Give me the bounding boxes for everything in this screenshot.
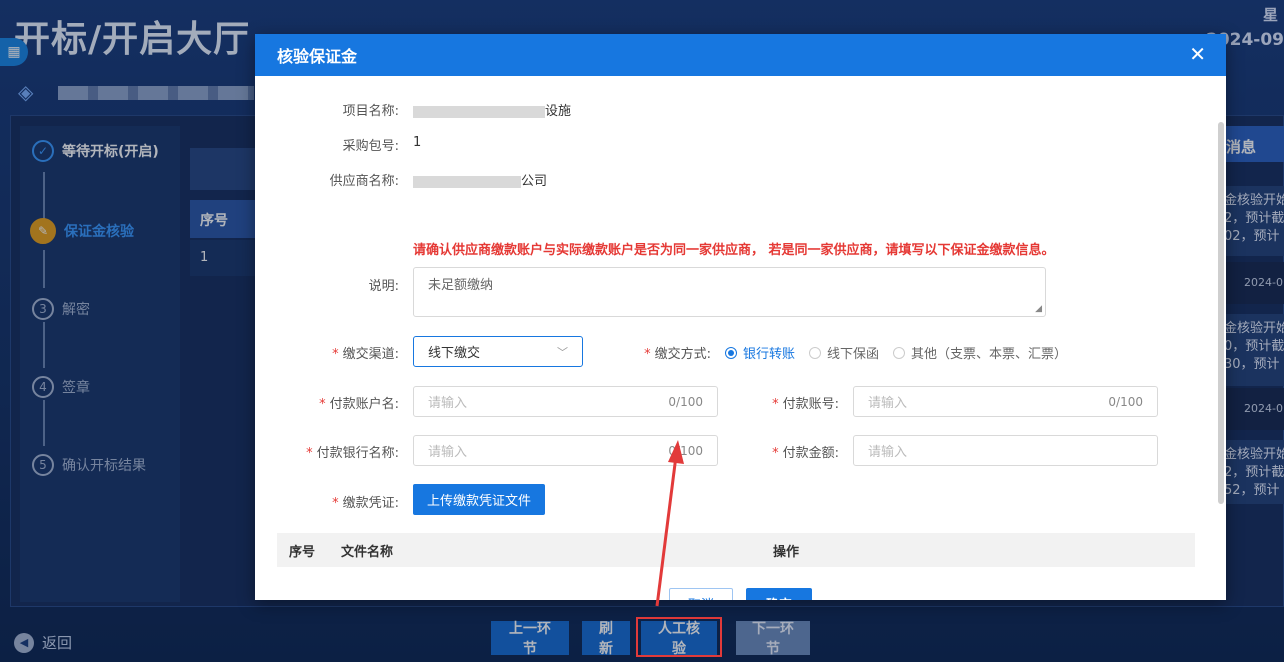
modal-title: 核验保证金 [277,47,358,66]
package-label: 采购包号: [342,139,399,154]
supplier-value-suffix: 公司 [521,174,548,189]
bank-label: * 付款银行名称: [306,446,399,461]
bank-counter: 0/100 [668,443,703,458]
close-icon[interactable]: ✕ [1189,42,1206,66]
amount-label: * 付款金额: [772,446,839,461]
account-no-counter: 0/100 [1108,394,1143,409]
verify-deposit-modal: 核验保证金 ✕ 项目名称: 设施 采购包号: 1 供应商名称: 公司 请确认供应… [255,34,1226,600]
package-value: 1 [413,135,422,150]
method-radio-group: 银行转账 线下保函 其他（支票、本票、汇票） [725,343,1075,362]
description-value: 未足额缴纳 [428,278,494,293]
modal-scrollbar[interactable] [1218,122,1224,504]
upload-voucher-button[interactable]: 上传缴款凭证文件 [413,484,546,515]
description-textarea[interactable]: 未足额缴纳 ◢ [413,267,1046,317]
modal-body: 项目名称: 设施 采购包号: 1 供应商名称: 公司 请确认供应商缴款账户与实际… [255,76,1226,600]
account-name-label: * 付款账户名: [319,397,399,412]
file-table-header: 序号 文件名称 操作 [277,533,1195,567]
voucher-label: * 缴款凭证: [332,496,399,511]
account-no-input[interactable]: 请输入 0/100 [853,386,1158,417]
resize-handle-icon[interactable]: ◢ [1035,304,1042,314]
chevron-down-icon: ﹀ [557,345,568,359]
col-seq: 序号 [289,544,316,560]
channel-label: * 缴交渠道: [332,347,399,362]
account-name-placeholder: 请输入 [428,396,468,411]
modal-header: 核验保证金 ✕ [255,34,1226,76]
radio-bank-transfer[interactable] [725,346,737,359]
warning-text: 请确认供应商缴款账户与实际缴款账户是否为同一家供应商， 若是同一家供应商，请填写… [413,243,1055,258]
project-label: 项目名称: [342,104,399,119]
method-label: * 缴交方式: [644,347,711,362]
description-label: 说明: [368,279,399,294]
bank-input[interactable]: 请输入 0/100 [413,435,718,466]
account-no-label: * 付款账号: [772,397,839,412]
supplier-label: 供应商名称: [329,174,399,189]
account-name-counter: 0/100 [668,394,703,409]
project-value-suffix: 设施 [545,104,572,119]
annotation-highlight-box [636,617,722,657]
redacted-text [413,105,545,118]
account-name-input[interactable]: 请输入 0/100 [413,386,718,417]
channel-select[interactable]: 线下缴交 ﹀ [413,336,583,367]
amount-placeholder: 请输入 [868,445,908,460]
channel-value: 线下缴交 [428,346,481,361]
supplier-value: 公司 [413,170,547,189]
redacted-text [413,175,521,188]
radio-other[interactable] [893,346,906,359]
project-value: 设施 [413,100,571,119]
radio-label[interactable]: 线下保函 [827,343,879,362]
account-no-placeholder: 请输入 [868,396,908,411]
bank-placeholder: 请输入 [428,445,468,460]
col-action: 操作 [773,544,800,560]
radio-label[interactable]: 其他（支票、本票、汇票） [911,343,1067,362]
cancel-button[interactable]: 取消 [669,588,733,600]
confirm-button[interactable]: 确定 [746,588,812,600]
col-filename: 文件名称 [341,544,394,560]
amount-input[interactable]: 请输入 [853,435,1158,466]
radio-label[interactable]: 银行转账 [743,343,795,362]
radio-offline-guarantee[interactable] [809,346,822,359]
